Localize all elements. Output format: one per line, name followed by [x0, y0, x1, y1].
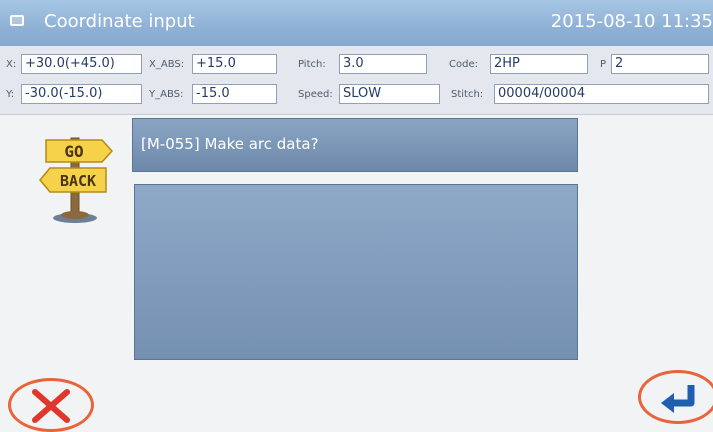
datetime-display: 2015-08-10 11:35	[550, 11, 713, 32]
stitch-label: Stitch:	[451, 89, 484, 100]
message-bar: [M-055] Make arc data?	[132, 118, 578, 172]
p-field: 2	[611, 54, 709, 74]
message-text: [M-055] Make arc data?	[141, 135, 319, 153]
x-abs-label: X_ABS:	[149, 59, 185, 70]
x-abs-field: +15.0	[192, 54, 277, 74]
sign-go-text: GO	[64, 142, 83, 161]
enter-button[interactable]	[638, 370, 713, 424]
close-x-icon	[32, 389, 70, 423]
y-field: -30.0(-15.0)	[21, 84, 142, 104]
coordinate-info-bar: X: +30.0(+45.0) X_ABS: +15.0 Pitch: 3.0 …	[0, 46, 713, 115]
y-abs-label: Y_ABS:	[149, 89, 184, 100]
pitch-field: 3.0	[339, 54, 427, 74]
code-field: 2HP	[490, 54, 588, 74]
enter-return-icon	[661, 385, 695, 413]
speed-label: Speed:	[298, 89, 333, 100]
y-abs-field: -15.0	[192, 84, 277, 104]
window-icon	[10, 15, 24, 26]
x-field: +30.0(+45.0)	[21, 54, 142, 74]
go-back-signpost-icon: GO BACK	[36, 134, 116, 230]
sign-back-text: BACK	[60, 172, 96, 190]
speed-field: SLOW	[339, 84, 440, 104]
stitch-field: 00004/00004	[494, 84, 709, 104]
title-bar: Coordinate input 2015-08-10 11:35	[0, 0, 713, 46]
p-label: P	[600, 59, 607, 70]
message-detail-panel	[134, 184, 578, 360]
pitch-label: Pitch:	[298, 59, 326, 70]
x-label: X:	[6, 59, 17, 70]
cancel-button[interactable]	[8, 378, 94, 432]
y-label: Y:	[6, 89, 15, 100]
window-title: Coordinate input	[44, 11, 195, 32]
code-label: Code:	[449, 59, 478, 70]
